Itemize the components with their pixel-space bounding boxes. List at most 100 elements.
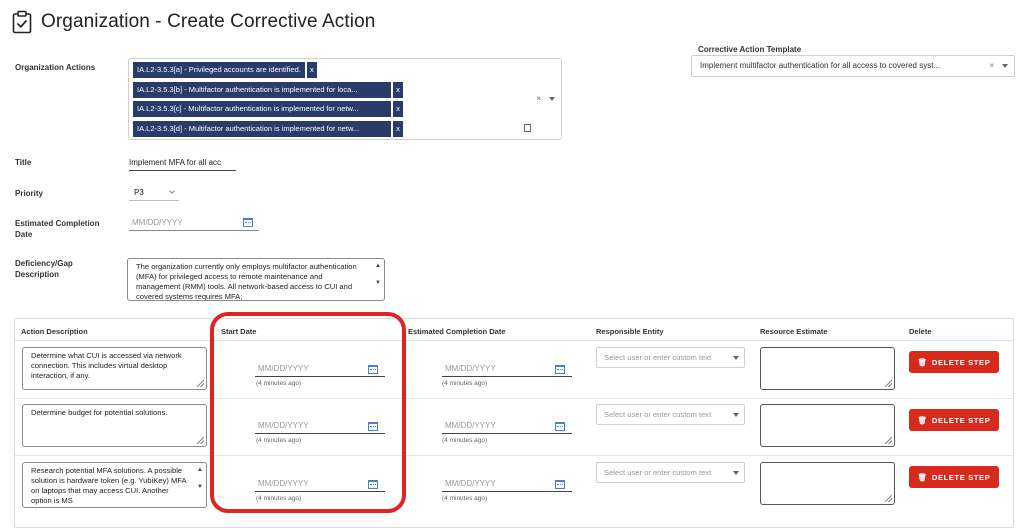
clipboard-check-icon xyxy=(12,10,32,34)
date-placeholder: MM/DD/YYYY xyxy=(258,479,309,488)
label-line: Deficiency/Gap xyxy=(15,259,73,268)
priority-label: Priority xyxy=(15,189,44,198)
calendar-icon[interactable] xyxy=(243,218,253,227)
column-header-estimated-completion: Estimated Completion Date xyxy=(408,327,506,336)
deficiency-textarea[interactable]: The organization currently only employs … xyxy=(127,258,385,301)
scroll-down-icon[interactable]: ▼ xyxy=(375,278,381,288)
organization-action-tag: IA.L2-3.5.3[d] - Multifactor authenticat… xyxy=(133,121,403,137)
calendar-icon[interactable] xyxy=(555,480,565,489)
responsible-entity-select[interactable]: Select user or enter custom text xyxy=(596,347,745,368)
label-line: Description xyxy=(15,270,60,279)
tag-label: IA.L2-3.5.3[a] - Privileged accounts are… xyxy=(133,62,305,78)
trash-icon: 🗑 xyxy=(917,415,928,425)
date-placeholder: MM/DD/YYYY xyxy=(445,421,496,430)
calendar-icon[interactable] xyxy=(555,422,565,431)
delete-step-label: DELETE STEP xyxy=(931,472,991,482)
scroll-up-icon[interactable]: ▲ xyxy=(197,465,203,475)
resource-estimate-textarea[interactable] xyxy=(760,462,895,505)
resource-estimate-textarea[interactable] xyxy=(760,347,895,390)
organization-action-tag: IA.L2-3.5.3[b] - Multifactor authenticat… xyxy=(133,82,403,98)
action-description-textarea[interactable]: Determine budget for potential solutions… xyxy=(22,404,207,447)
responsible-entity-select[interactable]: Select user or enter custom text xyxy=(596,462,745,483)
divider xyxy=(15,398,1013,399)
resource-estimate-textarea[interactable] xyxy=(760,404,895,447)
resize-handle[interactable] xyxy=(885,437,892,444)
delete-step-button[interactable]: 🗑 DELETE STEP xyxy=(909,466,999,488)
trash-icon: 🗑 xyxy=(917,472,928,482)
calendar-icon[interactable] xyxy=(368,422,378,431)
resize-handle[interactable] xyxy=(197,437,204,444)
entity-placeholder: Select user or enter custom text xyxy=(604,353,712,362)
start-date-relative: (4 minutes ago) xyxy=(256,437,302,444)
divider xyxy=(15,455,1013,456)
tag-remove-button[interactable]: x xyxy=(305,62,317,78)
organization-action-tag: IA.L2-3.5.3[c] - Multifactor authenticat… xyxy=(133,101,403,117)
label-line: Date xyxy=(15,230,33,239)
estimated-completion-label: Estimated Completion Date xyxy=(15,218,99,240)
estimated-completion-input[interactable]: MM/DD/YYYY xyxy=(442,419,572,434)
estimated-completion-relative: (4 minutes ago) xyxy=(442,380,488,387)
entity-placeholder: Select user or enter custom text xyxy=(604,410,712,419)
deficiency-label: Deficiency/Gap Description xyxy=(15,258,73,280)
date-placeholder: MM/DD/YYYY xyxy=(445,479,496,488)
trash-icon: 🗑 xyxy=(917,357,928,367)
action-description-textarea[interactable]: Determine what CUI is accessed via netwo… xyxy=(22,347,207,390)
calendar-icon[interactable] xyxy=(555,365,565,374)
page-header: Organization - Create Corrective Action xyxy=(12,10,375,34)
tag-remove-button[interactable]: x xyxy=(392,121,403,137)
corrective-action-template-select[interactable]: Implement multifactor authentication for… xyxy=(691,55,1015,77)
document-icon[interactable] xyxy=(524,124,531,132)
entity-placeholder: Select user or enter custom text xyxy=(604,468,712,477)
tag-remove-button[interactable]: x xyxy=(392,101,403,117)
clear-icon[interactable]: × xyxy=(536,94,541,103)
page-title: Organization - Create Corrective Action xyxy=(41,11,376,32)
date-placeholder: MM/DD/YYYY xyxy=(258,421,309,430)
tag-label: IA.L2-3.5.3[b] - Multifactor authenticat… xyxy=(133,82,391,98)
scroll-down-icon[interactable]: ▼ xyxy=(197,482,203,492)
date-placeholder: MM/DD/YYYY xyxy=(445,364,496,373)
action-description-text: Determine what CUI is accessed via netwo… xyxy=(31,351,182,380)
chevron-down-icon xyxy=(733,356,739,360)
chevron-down-icon[interactable] xyxy=(1002,64,1008,68)
clear-icon[interactable]: × xyxy=(989,56,994,76)
estimated-completion-input[interactable]: MM/DD/YYYY xyxy=(442,477,572,492)
priority-value: P3 xyxy=(134,188,144,197)
column-header-delete: Delete xyxy=(909,327,932,336)
date-placeholder: MM/DD/YYYY xyxy=(258,364,309,373)
start-date-input[interactable]: MM/DD/YYYY xyxy=(255,477,385,492)
delete-step-button[interactable]: 🗑 DELETE STEP xyxy=(909,351,999,373)
tag-remove-button[interactable]: x xyxy=(392,82,403,98)
label-line: Estimated Completion xyxy=(15,219,100,228)
organization-action-tag: IA.L2-3.5.3[a] - Privileged accounts are… xyxy=(133,62,317,78)
start-date-relative: (4 minutes ago) xyxy=(256,380,302,387)
chevron-down-icon xyxy=(733,471,739,475)
resize-handle[interactable] xyxy=(885,380,892,387)
resize-handle[interactable] xyxy=(885,495,892,502)
start-date-input[interactable]: MM/DD/YYYY xyxy=(255,362,385,377)
scroll-up-icon[interactable]: ▲ xyxy=(375,261,381,271)
delete-step-button[interactable]: 🗑 DELETE STEP xyxy=(909,409,999,431)
action-description-textarea[interactable]: Research potential MFA solutions. A poss… xyxy=(22,462,207,508)
chevron-down-icon xyxy=(733,413,739,417)
column-header-action: Action Description xyxy=(21,327,88,336)
title-input[interactable]: Implement MFA for all acc xyxy=(129,156,236,171)
corrective-action-template-label: Corrective Action Template xyxy=(698,45,802,54)
start-date-input[interactable]: MM/DD/YYYY xyxy=(255,419,385,434)
delete-step-label: DELETE STEP xyxy=(931,357,991,367)
calendar-icon[interactable] xyxy=(368,365,378,374)
organization-actions-label: Organization Actions xyxy=(15,63,96,72)
responsible-entity-select[interactable]: Select user or enter custom text xyxy=(596,404,745,425)
resize-handle[interactable] xyxy=(197,380,204,387)
organization-actions-multiselect[interactable]: IA.L2-3.5.3[a] - Privileged accounts are… xyxy=(128,58,562,140)
action-description-text: Research potential MFA solutions. A poss… xyxy=(31,466,187,505)
date-placeholder: MM/DD/YYYY xyxy=(132,218,183,227)
tag-label: IA.L2-3.5.3[c] - Multifactor authenticat… xyxy=(133,101,391,117)
column-header-responsible-entity: Responsible Entity xyxy=(596,327,664,336)
estimated-completion-relative: (4 minutes ago) xyxy=(442,495,488,502)
action-description-text: Determine budget for potential solutions… xyxy=(31,408,168,417)
estimated-completion-input[interactable]: MM/DD/YYYY xyxy=(129,216,259,231)
column-header-start-date: Start Date xyxy=(221,327,257,336)
chevron-down-icon[interactable] xyxy=(549,97,555,101)
calendar-icon[interactable] xyxy=(368,480,378,489)
estimated-completion-input[interactable]: MM/DD/YYYY xyxy=(442,362,572,377)
